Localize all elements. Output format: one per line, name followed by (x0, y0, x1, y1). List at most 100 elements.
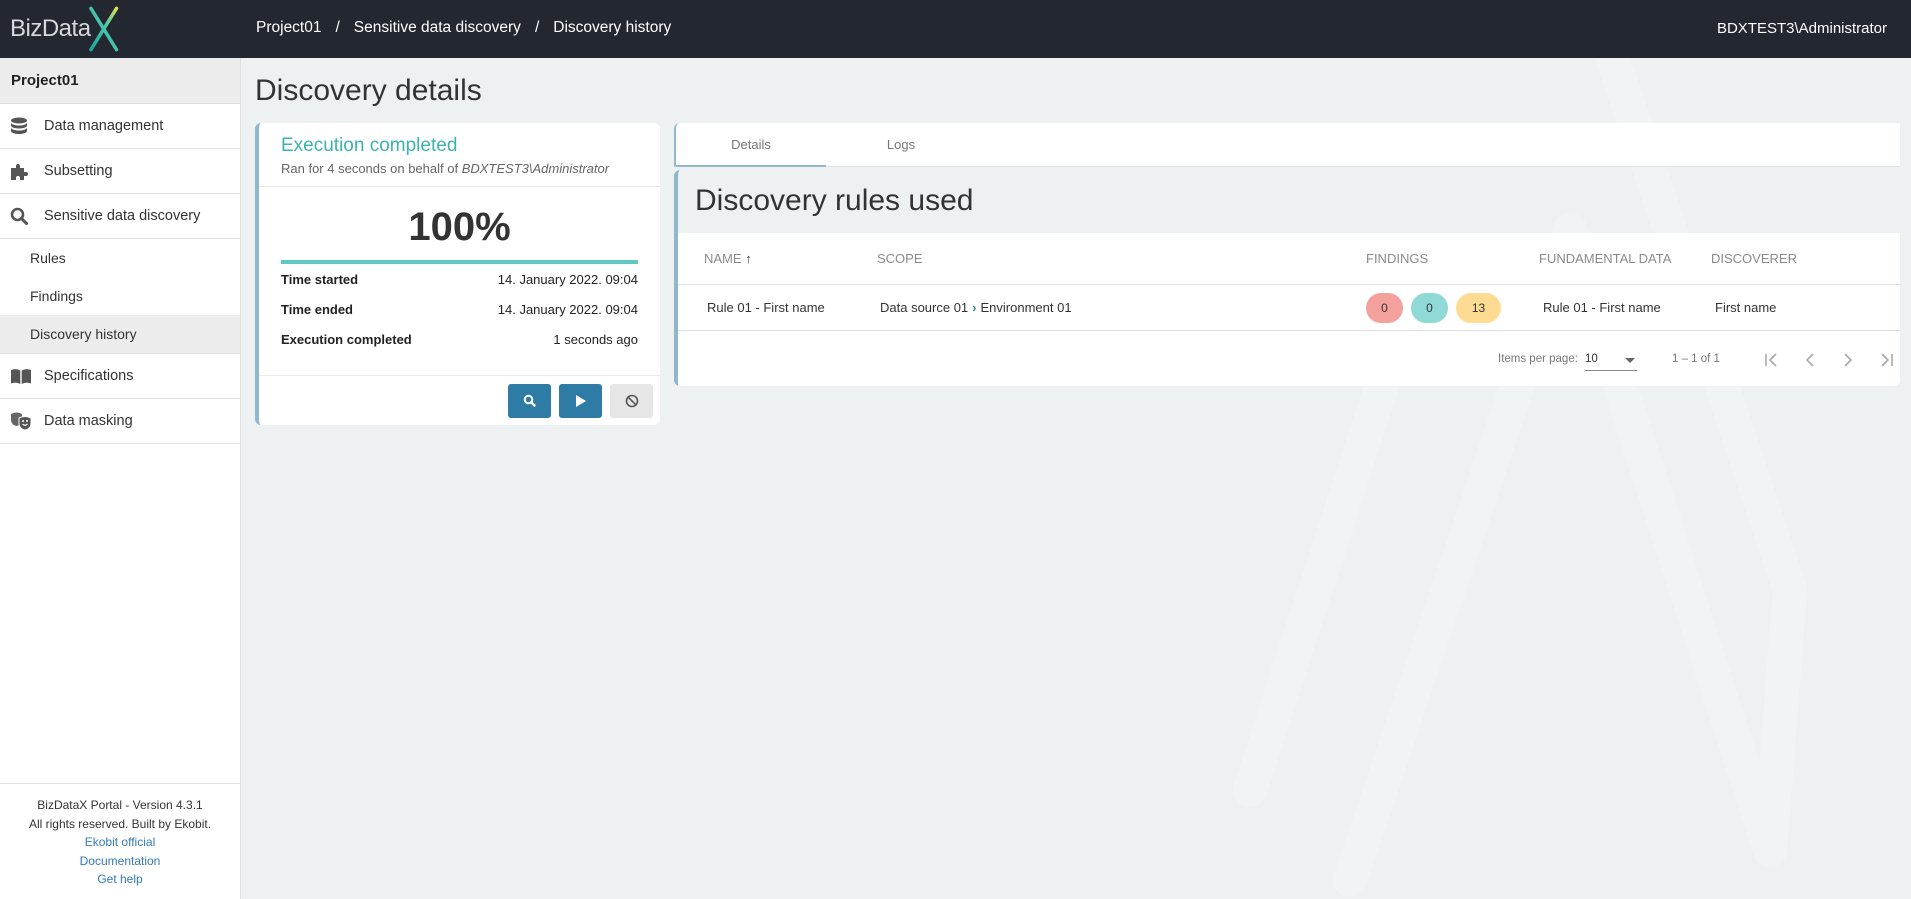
sidebar-item-label: Specifications (44, 368, 134, 384)
page-title: Discovery details (255, 74, 482, 107)
table-header: NAME ↑ SCOPE FINDINGS FUNDAMENTAL DATA D… (678, 233, 1900, 285)
sidebar-item-data-management[interactable]: Data management (0, 104, 240, 149)
version-text: BizDataX Portal - Version 4.3.1 (37, 798, 203, 812)
page-range: 1 – 1 of 1 (1672, 353, 1720, 365)
top-header: BizData Project01 / Sensitive data disco… (0, 0, 1911, 58)
last-page-button[interactable] (1871, 345, 1901, 375)
execution-completed-value: 1 seconds ago (553, 331, 638, 347)
get-help-link[interactable]: Get help (0, 870, 240, 889)
column-header-discoverer: DISCOVERER (1711, 251, 1797, 266)
paginator: Items per page: 10 1 – 1 of 1 (678, 331, 1900, 386)
items-per-page-select[interactable]: 10 (1585, 349, 1637, 371)
breadcrumb-discovery-history: Discovery history (553, 19, 672, 36)
execution-completed-row: Execution completed 1 seconds ago (281, 324, 638, 354)
items-per-page-label: Items per page: (1498, 353, 1578, 365)
column-header-name[interactable]: NAME ↑ (704, 251, 752, 266)
cell-name: Rule 01 - First name (707, 300, 825, 315)
sidebar-item-label: Sensitive data discovery (44, 208, 201, 224)
sidebar-subitem-rules[interactable]: Rules (0, 239, 240, 277)
sidebar-item-sensitive-data-discovery[interactable]: Sensitive data discovery (0, 194, 240, 239)
rules-table: NAME ↑ SCOPE FINDINGS FUNDAMENTAL DATA D… (678, 233, 1900, 386)
tab-logs[interactable]: Logs (826, 123, 976, 166)
cell-discoverer: First name (1715, 300, 1777, 315)
ran-for-user: BDXTEST3\Administrator (461, 161, 610, 176)
time-started-value: 14. January 2022. 09:04 (497, 271, 638, 287)
items-per-page-value: 10 (1585, 353, 1598, 365)
chevron-right-icon (1844, 353, 1853, 367)
findings-badge-yellow: 13 (1456, 292, 1501, 323)
column-header-fundamental-data: FUNDAMENTAL DATA (1539, 251, 1672, 266)
search-icon (523, 394, 536, 407)
execution-subtitle: Ran for 4 seconds on behalf of BDXTEST3\… (281, 161, 660, 176)
first-page-icon (1765, 353, 1777, 367)
dropdown-arrow-icon (1625, 358, 1635, 363)
column-header-label: NAME (704, 251, 742, 266)
rules-title: Discovery rules used (695, 184, 974, 217)
view-findings-button[interactable] (508, 383, 551, 418)
run-button[interactable] (559, 383, 602, 418)
cell-findings: 0 0 13 (1366, 292, 1509, 323)
execution-actions (259, 375, 660, 425)
user-menu[interactable]: BDXTEST3\Administrator (1717, 20, 1887, 37)
progress-percent: 100% (408, 205, 511, 249)
chevron-right-icon: › (972, 300, 977, 315)
puzzle-icon (0, 162, 44, 180)
column-header-scope: SCOPE (877, 251, 923, 266)
sidebar-footer: BizDataX Portal - Version 4.3.1 All righ… (0, 783, 240, 899)
breadcrumb-separator: / (534, 19, 540, 36)
scope-source: Data source 01 (880, 300, 969, 315)
documentation-link[interactable]: Documentation (0, 852, 240, 871)
breadcrumb-project[interactable]: Project01 (256, 19, 321, 37)
sidebar-item-subsetting[interactable]: Subsetting (0, 149, 240, 194)
breadcrumb-sensitive-data-discovery[interactable]: Sensitive data discovery (354, 19, 521, 37)
discovery-rules-panel: Discovery rules used NAME ↑ SCOPE FINDIN… (674, 170, 1900, 386)
bizdatax-logo[interactable]: BizData (10, 4, 122, 54)
time-ended-label: Time ended (281, 301, 354, 317)
execution-header: Execution completed Ran for 4 seconds on… (259, 123, 660, 187)
logo-text: BizData (10, 15, 91, 42)
sidebar-item-specifications[interactable]: Specifications (0, 354, 240, 399)
execution-completed-label: Execution completed (281, 331, 412, 347)
first-page-button[interactable] (1757, 345, 1787, 375)
findings-badge-red: 0 (1366, 292, 1403, 323)
cancel-button[interactable] (610, 383, 653, 418)
sidebar-item-label: Subsetting (44, 163, 113, 179)
play-icon (575, 394, 586, 407)
rights-text: All rights reserved. Built by Ekobit. (28, 816, 212, 831)
ban-icon (625, 394, 638, 407)
sidebar-subitem-findings[interactable]: Findings (0, 277, 240, 315)
ran-for-text: Ran for 4 seconds on behalf of (281, 161, 462, 176)
sidebar-item-label: Data masking (44, 413, 133, 429)
execution-status: Execution completed (281, 135, 458, 156)
time-ended-value: 14. January 2022. 09:04 (497, 301, 638, 317)
column-header-findings: FINDINGS (1366, 251, 1429, 266)
last-page-icon (1881, 353, 1893, 367)
sort-arrow-up-icon: ↑ (745, 251, 752, 266)
table-row[interactable]: Rule 01 - First name Data source 01 › Envi… (678, 285, 1900, 331)
search-icon (0, 207, 44, 225)
previous-page-button[interactable] (1795, 345, 1825, 375)
breadcrumb-separator: / (335, 19, 340, 36)
cell-scope: Data source 01 › Environment 01 (880, 300, 1072, 315)
book-icon (0, 368, 44, 384)
database-icon (0, 117, 44, 135)
time-ended-row: Time ended 14. January 2022. 09:04 (281, 294, 638, 324)
sidebar-subgroup: Rules Findings Discovery history (0, 239, 240, 354)
ekobit-official-link[interactable]: Ekobit official (0, 833, 240, 852)
chevron-left-icon (1805, 353, 1814, 367)
sidebar-subitem-discovery-history[interactable]: Discovery history (0, 315, 240, 353)
sidebar-item-label: Data management (44, 118, 164, 134)
tab-bar: Details Logs (674, 123, 1900, 167)
project-name[interactable]: Project01 (0, 58, 240, 104)
logo-x-icon (88, 6, 118, 52)
tab-details[interactable]: Details (676, 123, 826, 167)
time-started-row: Time started 14. January 2022. 09:04 (281, 264, 638, 294)
sidebar-item-data-masking[interactable]: Data masking (0, 399, 240, 444)
sidebar: Project01 Data management Subsetting Sen… (0, 58, 241, 899)
findings-badge-teal: 0 (1411, 292, 1448, 323)
next-page-button[interactable] (1833, 345, 1863, 375)
scope-environment: Environment 01 (980, 300, 1072, 315)
cell-fundamental-data: Rule 01 - First name (1543, 300, 1661, 315)
execution-card: Execution completed Ran for 4 seconds on… (255, 123, 660, 425)
time-started-label: Time started (281, 271, 359, 287)
